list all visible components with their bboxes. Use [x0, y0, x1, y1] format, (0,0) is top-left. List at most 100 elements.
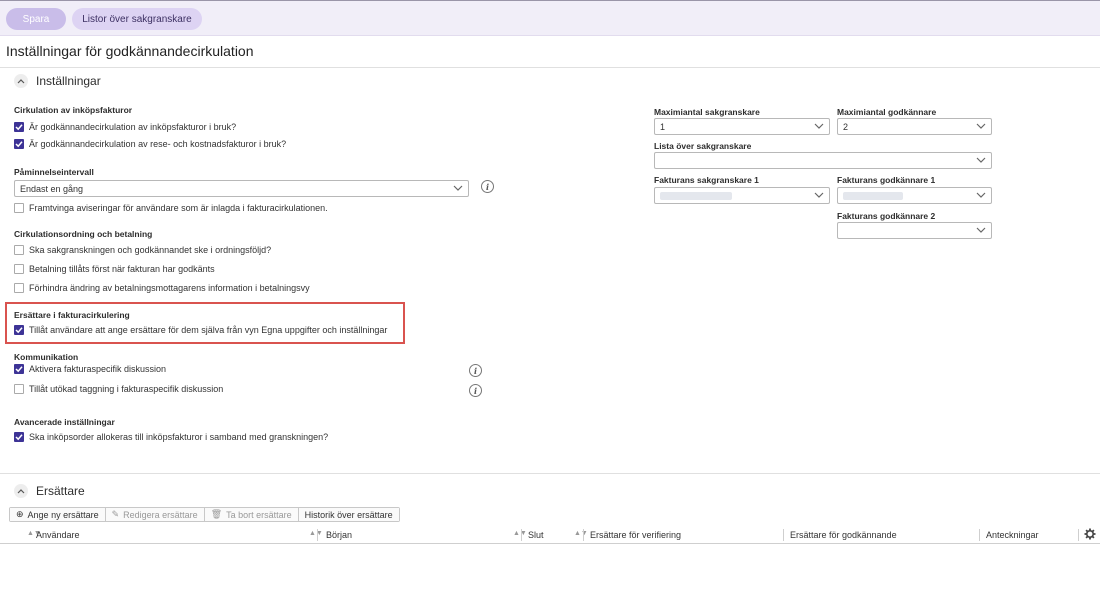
checkbox-label: Framtvinga aviseringar för användare som…	[29, 203, 328, 213]
column-separator[interactable]	[783, 529, 784, 541]
column-separator[interactable]	[979, 529, 980, 541]
delete-substitute-label: Ta bort ersättare	[226, 509, 292, 520]
checkbox-row[interactable]: Ska sakgranskningen och godkännandet ske…	[14, 245, 271, 255]
chevron-down-icon	[453, 185, 463, 191]
max-approvers-value: 2	[843, 121, 849, 132]
column-separator[interactable]	[1078, 529, 1079, 541]
substitute-history-button[interactable]: Historik över ersättare	[298, 508, 399, 521]
checkbox-unchecked[interactable]	[14, 245, 24, 255]
divider	[0, 67, 1100, 68]
sort-icon[interactable]: ▲▼	[513, 530, 527, 537]
delete-substitute-button[interactable]: 🗑 Ta bort ersättare	[204, 508, 299, 521]
column-header-verification[interactable]: Ersättare för verifiering	[590, 526, 681, 544]
checkbox-label: Ska inköpsorder allokeras till inköpsfak…	[29, 432, 329, 442]
substitutes-grid-header: ▲▼ Användare ▲▼ Början ▲▼ Slut ▲▼ Ersätt…	[0, 526, 1100, 544]
save-button[interactable]: Spara	[6, 8, 66, 30]
checkbox-row[interactable]: Aktivera fakturaspecifik diskussion	[14, 364, 166, 374]
invoice-approver-1-label: Fakturans godkännare 1	[837, 175, 936, 185]
reviewer-lists-button[interactable]: Listor över sakgranskare	[72, 8, 202, 30]
highlight-box	[5, 302, 405, 344]
chevron-down-icon	[976, 123, 986, 129]
checkbox-row[interactable]: Förhindra ändring av betalningsmottagare…	[14, 283, 310, 293]
column-header-start[interactable]: Början	[326, 526, 352, 544]
edit-icon: ✎	[111, 509, 120, 519]
checkbox-unchecked[interactable]	[14, 203, 24, 213]
checkbox-checked[interactable]	[14, 122, 24, 132]
max-approvers-label: Maximiantal godkännare	[837, 107, 937, 117]
substitute-history-label: Historik över ersättare	[304, 509, 393, 520]
top-toolbar: Spara Listor över sakgranskare	[0, 0, 1100, 36]
chevron-up-icon[interactable]	[14, 74, 28, 88]
invoice-reviewer-1-select[interactable]	[654, 187, 830, 204]
add-substitute-label: Ange ny ersättare	[27, 509, 99, 520]
checkbox-checked[interactable]	[14, 432, 24, 442]
reminder-interval-value: Endast en gång	[20, 183, 84, 194]
invoice-approver-2-label: Fakturans godkännare 2	[837, 211, 936, 221]
column-header-notes[interactable]: Anteckningar	[986, 526, 1039, 544]
gear-icon[interactable]	[1084, 527, 1096, 545]
checkbox-unchecked[interactable]	[14, 283, 24, 293]
reminder-interval-select[interactable]: Endast en gång	[14, 180, 469, 197]
checkbox-row[interactable]: Ska inköpsorder allokeras till inköpsfak…	[14, 432, 328, 442]
substitutes-section-title: Ersättare	[36, 484, 85, 498]
invoice-reviewer-1-label: Fakturans sakgranskare 1	[654, 175, 759, 185]
column-header-user[interactable]: Användare	[36, 526, 80, 544]
column-separator[interactable]	[521, 529, 522, 541]
chevron-down-icon	[814, 123, 824, 129]
group-label-order-payment: Cirkulationsordning och betalning	[14, 229, 153, 239]
chevron-down-icon	[976, 192, 986, 198]
column-separator[interactable]	[317, 529, 318, 541]
page-title: Inställningar för godkännandecirkulation	[6, 43, 254, 59]
info-icon[interactable]: i	[481, 180, 494, 193]
chevron-down-icon	[976, 157, 986, 163]
column-header-approval[interactable]: Ersättare för godkännande	[790, 526, 897, 544]
checkbox-unchecked[interactable]	[14, 384, 24, 394]
chevron-down-icon	[814, 192, 824, 198]
checkbox-label: Tillåt användare att ange ersättare för …	[29, 325, 388, 335]
column-header-end[interactable]: Slut	[528, 526, 544, 544]
checkbox-row[interactable]: Tillåt användare att ange ersättare för …	[14, 325, 387, 335]
reviewer-list-select[interactable]	[654, 152, 992, 169]
sort-icon[interactable]: ▲▼	[574, 530, 588, 537]
group-label-circulation: Cirkulation av inköpsfakturor	[14, 105, 133, 115]
checkbox-label: Är godkännandecirkulation av inköpsfaktu…	[29, 122, 237, 132]
checkbox-row[interactable]: Är godkännandecirkulation av rese- och k…	[14, 139, 286, 149]
info-icon[interactable]: i	[469, 364, 482, 377]
max-reviewers-label: Maximiantal sakgranskare	[654, 107, 760, 117]
checkbox-label: Betalning tillåts först när fakturan har…	[29, 264, 215, 274]
max-reviewers-select[interactable]: 1	[654, 118, 830, 135]
redacted-value	[843, 191, 903, 200]
edit-substitute-label: Redigera ersättare	[123, 509, 198, 520]
checkbox-row[interactable]: Tillåt utökad taggning i fakturaspecifik…	[14, 384, 223, 394]
divider	[0, 473, 1100, 474]
settings-section-title: Inställningar	[36, 74, 101, 88]
chevron-up-icon[interactable]	[14, 484, 28, 498]
checkbox-unchecked[interactable]	[14, 264, 24, 274]
add-icon: ⊕	[16, 509, 24, 519]
checkbox-label: Tillåt utökad taggning i fakturaspecifik…	[29, 384, 224, 394]
chevron-down-icon	[976, 227, 986, 233]
checkbox-checked[interactable]	[14, 364, 24, 374]
trash-icon: 🗑	[210, 509, 223, 519]
max-reviewers-value: 1	[660, 121, 666, 132]
edit-substitute-button[interactable]: ✎ Redigera ersättare	[105, 508, 205, 521]
checkbox-row[interactable]: Är godkännandecirkulation av inköpsfaktu…	[14, 122, 236, 132]
invoice-approver-1-select[interactable]	[837, 187, 992, 204]
redacted-value	[660, 191, 732, 200]
checkbox-checked[interactable]	[14, 139, 24, 149]
reviewer-list-label: Lista över sakgranskare	[654, 141, 752, 151]
settings-section-header[interactable]: Inställningar	[14, 74, 101, 88]
max-approvers-select[interactable]: 2	[837, 118, 992, 135]
sort-icon[interactable]: ▲▼	[309, 530, 323, 537]
checkbox-label: Förhindra ändring av betalningsmottagare…	[29, 283, 310, 293]
checkbox-row[interactable]: Betalning tillåts först när fakturan har…	[14, 264, 215, 274]
invoice-approver-2-select[interactable]	[837, 222, 992, 239]
add-substitute-button[interactable]: ⊕ Ange ny ersättare	[10, 508, 106, 521]
substitutes-section-header[interactable]: Ersättare	[14, 484, 85, 498]
substitutes-toolbar: ⊕ Ange ny ersättare ✎ Redigera ersättare…	[9, 507, 400, 522]
checkbox-checked[interactable]	[14, 325, 24, 335]
checkbox-label: Är godkännandecirkulation av rese- och k…	[29, 139, 287, 149]
column-separator[interactable]	[583, 529, 584, 541]
checkbox-row[interactable]: Framtvinga aviseringar för användare som…	[14, 203, 328, 213]
info-icon[interactable]: i	[469, 384, 482, 397]
